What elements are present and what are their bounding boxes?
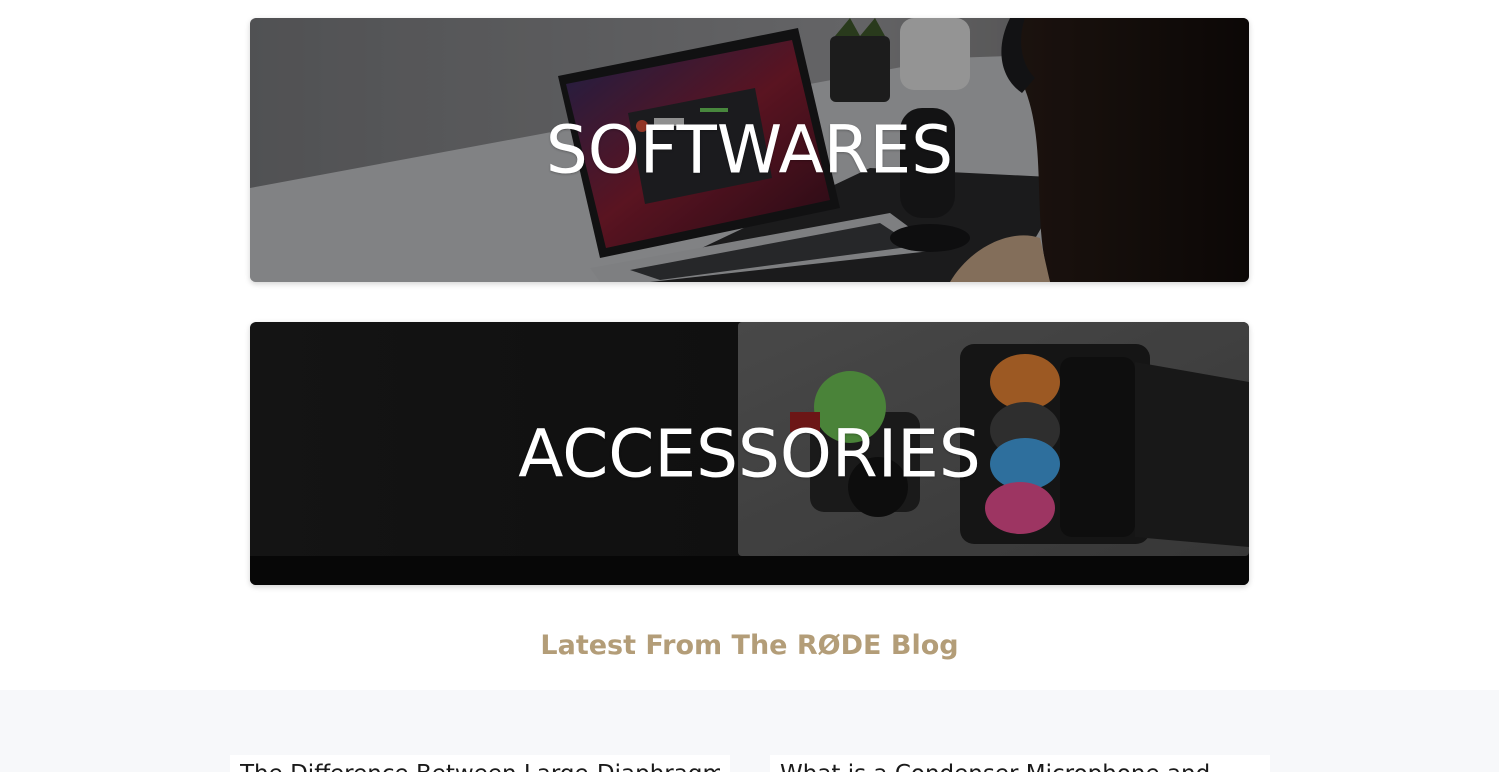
blog-section-heading: Latest From The RØDE Blog xyxy=(540,630,959,661)
softwares-category-card[interactable]: SOFTWARES xyxy=(250,18,1249,282)
softwares-title: SOFTWARES xyxy=(545,111,954,189)
blog-post-title[interactable]: The Difference Between Large-Diaphragm xyxy=(240,761,720,772)
blog-post-card[interactable]: The Difference Between Large-Diaphragm xyxy=(230,755,730,772)
blog-post-title[interactable]: What is a Condenser Microphone and xyxy=(780,761,1260,772)
accessories-category-card[interactable]: ACCESSORIES xyxy=(250,322,1249,585)
accessories-title: ACCESSORIES xyxy=(518,415,981,492)
blog-posts-section: The Difference Between Large-Diaphragm W… xyxy=(0,690,1499,772)
blog-post-card[interactable]: What is a Condenser Microphone and xyxy=(770,755,1270,772)
page: SOFTWARES ACCESSORIES Latest From The RØ… xyxy=(0,0,1499,772)
